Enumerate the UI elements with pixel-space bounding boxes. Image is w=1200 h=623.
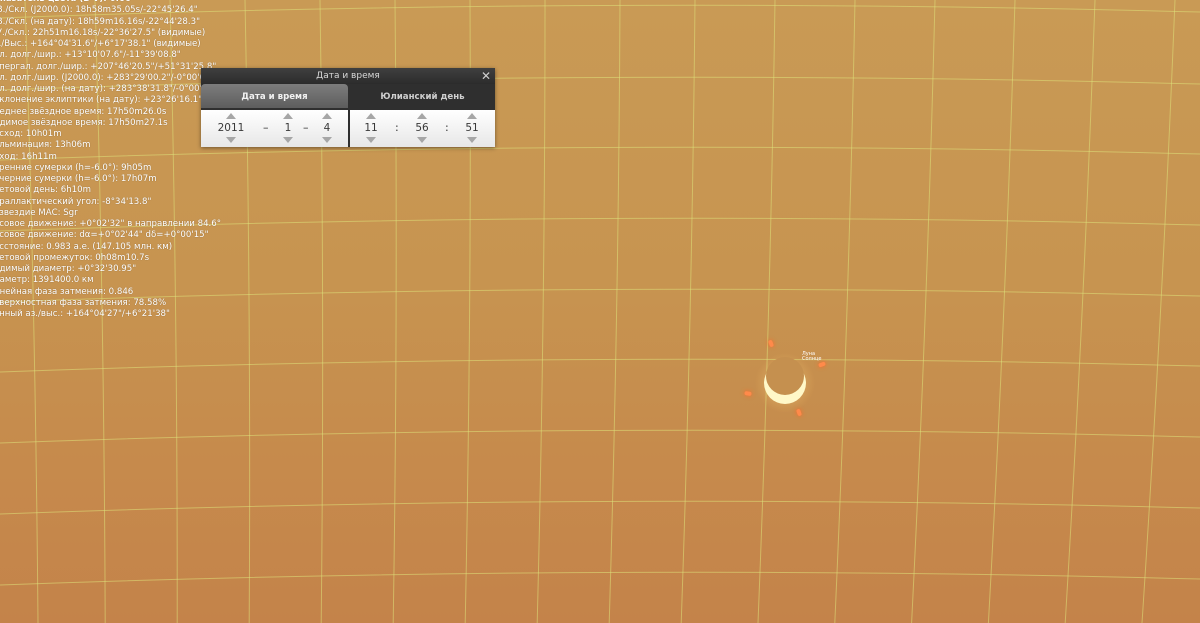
info-line: иаметр: 1391400.0 км: [0, 275, 94, 286]
grid-line: [0, 358, 1200, 373]
second-spinbox[interactable]: 51: [460, 110, 484, 147]
info-line: асстояние: 0.983 а.е. (147.105 млн. км): [0, 241, 173, 252]
month-up-arrow-icon[interactable]: [283, 113, 293, 119]
minute-spinbox[interactable]: 56: [410, 110, 434, 147]
grid-line: [0, 571, 1200, 586]
sun-label: Солнце: [802, 356, 822, 362]
window-titlebar[interactable]: Дата и время ✕: [201, 68, 495, 84]
info-line: асовое движение: dα=+0°02'44" dδ=+0°00'1…: [0, 230, 209, 241]
year-spinbox[interactable]: 2011: [209, 110, 253, 147]
grid-line: [757, 0, 776, 623]
month-spinbox[interactable]: 1: [277, 110, 299, 147]
info-line: ветовой день: 6h10m: [0, 185, 92, 196]
info-line: унный аз./выс.: +164°04'27"/+6°21'38": [0, 309, 170, 319]
month-value[interactable]: 1: [277, 121, 299, 135]
grid-line: [536, 0, 546, 623]
grid-line: [0, 429, 1200, 444]
date-time-window[interactable]: Дата и время ✕ Дата и время Юлианский де…: [201, 68, 495, 147]
info-line: .В./Скл. (J2000.0): 18h58m35.05s/-22°45'…: [0, 5, 198, 16]
grid-line: [680, 0, 696, 623]
tab-date-time[interactable]: Дата и время: [201, 84, 348, 108]
grid-line: [608, 0, 621, 623]
grid-line: [1064, 0, 1096, 623]
year-up-arrow-icon[interactable]: [226, 113, 236, 119]
year-down-arrow-icon[interactable]: [226, 137, 236, 143]
info-line: ал. долг./шир.: +13°10'07.6"/-11°39'08.8…: [0, 50, 181, 61]
info-line: инейная фаза затмения: 0.846: [0, 286, 134, 297]
hour-down-arrow-icon[interactable]: [366, 137, 376, 143]
grid-line: [911, 0, 936, 623]
time-separator: :: [395, 121, 399, 134]
info-line: з./Выс.: +164°04'31.6"/+6°17'38.1" (види…: [0, 39, 201, 49]
second-down-arrow-icon[interactable]: [467, 137, 477, 143]
day-up-arrow-icon[interactable]: [322, 113, 332, 119]
hour-spinbox[interactable]: 11: [360, 110, 382, 147]
minute-down-arrow-icon[interactable]: [417, 137, 427, 143]
hour-value[interactable]: 11: [360, 121, 382, 135]
info-line: ечерние сумерки (h=-6.0°): 17h07m: [0, 174, 157, 184]
second-value[interactable]: 51: [460, 121, 484, 135]
info-line: тренние сумерки (h=-6.0°): 9h05m: [0, 162, 152, 173]
grid-line: [0, 500, 1200, 515]
minute-value[interactable]: 56: [410, 121, 434, 135]
object-info-panel: оказатель цвета (B-V): 0.66.В./Скл. (J20…: [0, 0, 240, 320]
month-down-arrow-icon[interactable]: [283, 137, 293, 143]
info-line: аход: 16h11m: [0, 151, 57, 162]
eclipse-labels: Луна Солнце: [802, 352, 822, 362]
eclipse-sun-icon: [755, 353, 815, 413]
date-panel: 2011 – 1 – 4: [201, 110, 348, 147]
year-value[interactable]: 2011: [209, 121, 253, 135]
day-spinbox[interactable]: 4: [316, 110, 338, 147]
second-up-arrow-icon[interactable]: [467, 113, 477, 119]
time-panel: 11 : 56 : 51: [350, 110, 495, 147]
grid-line: [987, 0, 1016, 623]
info-line: оверхностная фаза затмения: 78.58%: [0, 297, 167, 308]
tab-julian-day[interactable]: Юлианский день: [350, 84, 495, 108]
solar-eclipse[interactable]: Луна Солнце: [740, 335, 840, 425]
minute-up-arrow-icon[interactable]: [417, 113, 427, 119]
date-separator: –: [303, 121, 309, 134]
day-value[interactable]: 4: [316, 121, 338, 135]
day-down-arrow-icon[interactable]: [322, 137, 332, 143]
time-separator: :: [445, 121, 449, 134]
grid-line: [1141, 0, 1176, 623]
info-line: ветовой промежуток: 0h08m10.7s: [0, 252, 150, 263]
info-line: .У./Скл.: 22h51m16.18s/-22°36'27.5" (вид…: [0, 27, 206, 38]
info-line: араллактический угол: -8°34'13.8": [0, 196, 152, 207]
window-title: Дата и время: [316, 71, 380, 81]
info-line: .В./Скл. (на дату): 18h59m16.16s/-22°44'…: [0, 16, 201, 27]
date-separator: –: [263, 121, 269, 134]
window-tabs: Дата и время Юлианский день: [201, 84, 495, 108]
info-line: асовое движение: +0°02'32" в направлении…: [0, 219, 222, 229]
hour-up-arrow-icon[interactable]: [366, 113, 376, 119]
close-icon[interactable]: ✕: [479, 68, 493, 84]
grid-line: [834, 0, 856, 623]
info-line: озвездие МАС: Sgr: [0, 207, 78, 218]
info-line: идимый диаметр: +0°32'30.95": [0, 264, 137, 274]
